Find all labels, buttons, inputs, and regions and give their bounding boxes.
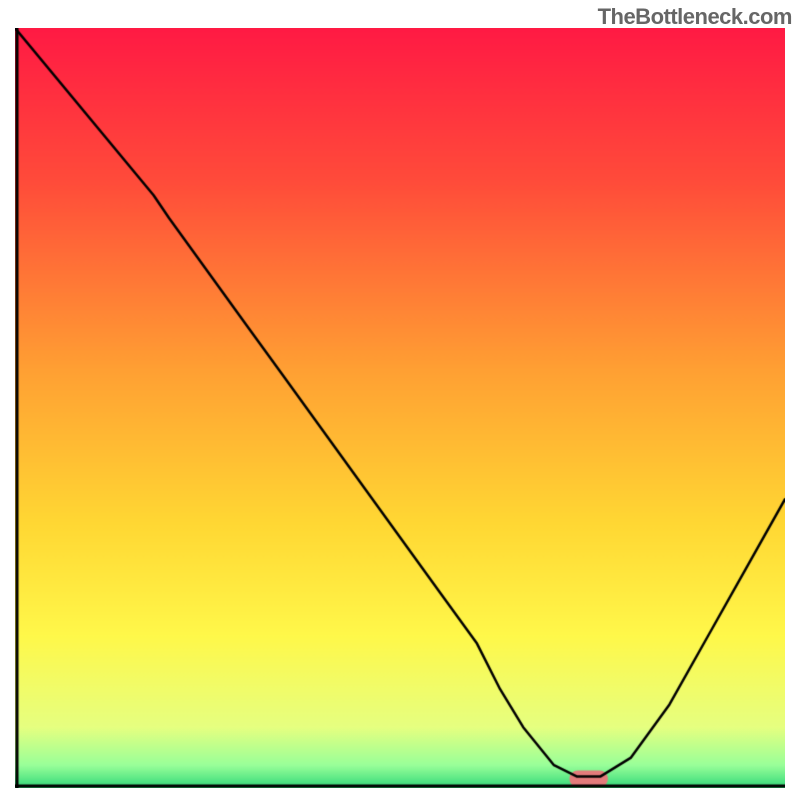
chart-canvas	[15, 28, 785, 788]
chart-container: TheBottleneck.com	[0, 0, 800, 800]
plot-area	[15, 28, 785, 788]
watermark-text: TheBottleneck.com	[598, 4, 792, 30]
